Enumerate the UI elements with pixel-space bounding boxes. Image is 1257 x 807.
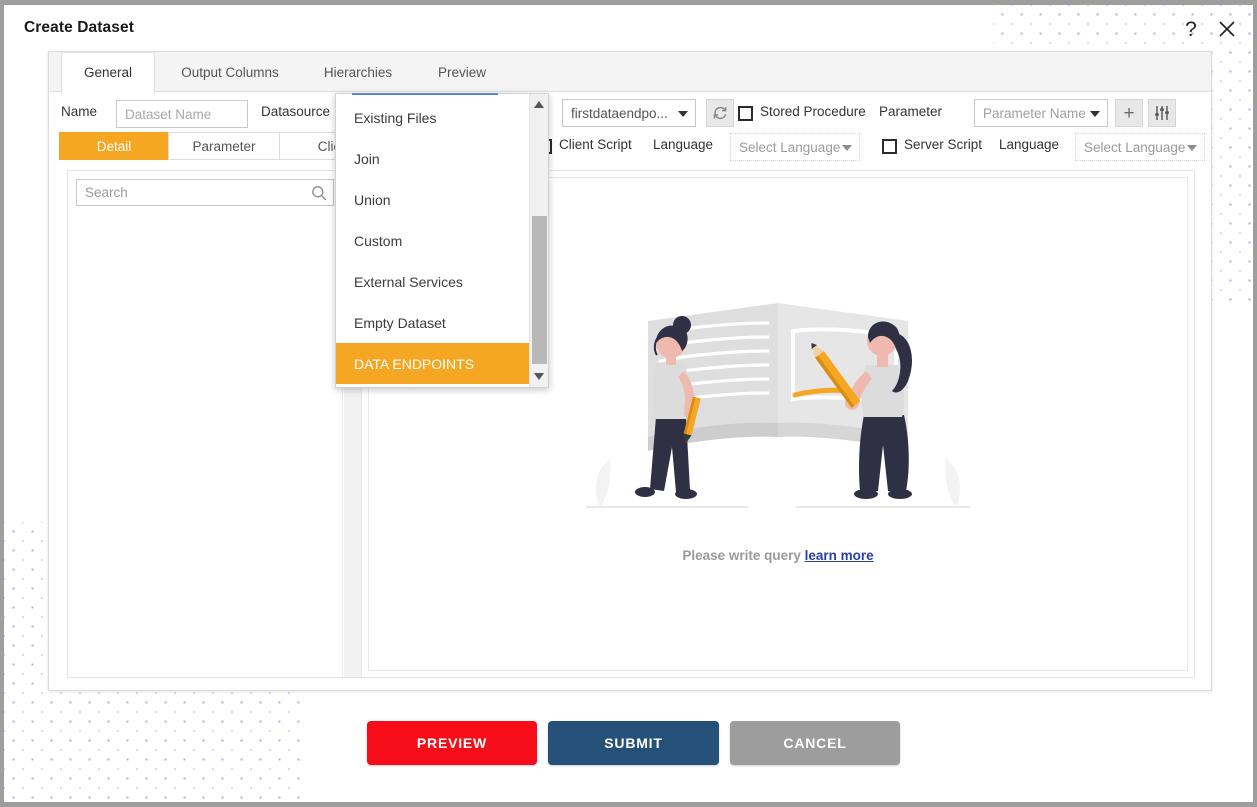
learn-more-link[interactable]: learn more bbox=[805, 548, 874, 563]
tab-general-label: General bbox=[83, 65, 133, 80]
chevron-down-icon bbox=[1090, 111, 1100, 117]
chevron-down-icon bbox=[1187, 145, 1197, 151]
dropdown-item-label: External Services bbox=[354, 273, 463, 290]
datasource-dropdown-menu: Existing Files Join Union Custom Externa… bbox=[335, 93, 549, 388]
form-row-primary: Name Dataset Name Datasource firstdataen… bbox=[49, 93, 1211, 133]
dropdown-item-label: DATA ENDPOINTS bbox=[354, 355, 475, 372]
name-label: Name bbox=[61, 104, 98, 119]
parameter-label: Parameter bbox=[879, 104, 943, 119]
plus-icon[interactable]: + bbox=[1115, 99, 1143, 127]
footer-action-bar: PREVIEW SUBMIT CANCEL bbox=[4, 721, 1253, 779]
search-input[interactable]: Search bbox=[76, 179, 334, 206]
search-placeholder: Search bbox=[85, 185, 128, 200]
dropdown-item-union[interactable]: Union bbox=[336, 179, 530, 220]
stored-procedure-checkbox[interactable] bbox=[738, 106, 753, 121]
title-bar: Create Dataset ? bbox=[4, 5, 1253, 53]
dropdown-item-label: Custom bbox=[354, 232, 403, 249]
dropdown-item-custom[interactable]: Custom bbox=[336, 220, 530, 261]
server-language-select[interactable]: Select Language bbox=[1075, 133, 1205, 161]
dropdown-item-label: Join bbox=[354, 150, 380, 167]
dropdown-item-existing-files[interactable]: Existing Files bbox=[336, 97, 530, 138]
close-icon[interactable] bbox=[1213, 15, 1241, 43]
question-mark-icon[interactable]: ? bbox=[1177, 15, 1205, 43]
empty-state-caption: Please write query learn more bbox=[568, 548, 988, 563]
caret-down-icon[interactable] bbox=[534, 373, 544, 380]
tab-hierarchies-label: Hierarchies bbox=[323, 64, 393, 80]
dropdown-item-label: Existing Files bbox=[354, 109, 437, 126]
dropdown-item-list: Existing Files Join Union Custom Externa… bbox=[336, 97, 530, 386]
create-dataset-window: Create Dataset ? General Output Columns … bbox=[0, 0, 1257, 807]
refresh-icon[interactable] bbox=[706, 99, 734, 127]
client-script-label: Client Script bbox=[559, 137, 632, 152]
dropdown-item-data-endpoints[interactable]: DATA ENDPOINTS bbox=[336, 343, 530, 384]
caret-up-icon[interactable] bbox=[534, 101, 544, 108]
server-script-checkbox[interactable] bbox=[882, 139, 897, 154]
dataset-name-placeholder: Dataset Name bbox=[125, 106, 212, 122]
chevron-down-icon bbox=[842, 145, 852, 151]
submit-button[interactable]: SUBMIT bbox=[548, 721, 719, 765]
fields-pane: Search bbox=[68, 171, 343, 677]
inner-tab-parameter[interactable]: Parameter bbox=[168, 132, 280, 160]
stored-procedure-label: Stored Procedure bbox=[760, 104, 866, 119]
empty-state: Please write query learn more bbox=[568, 285, 988, 563]
chevron-down-icon bbox=[678, 111, 688, 117]
dropdown-anchor-underline bbox=[352, 93, 498, 95]
parameter-name-placeholder: Parameter Name bbox=[983, 105, 1086, 121]
dropdown-item-join[interactable]: Join bbox=[336, 138, 530, 179]
inner-tab-detail-label: Detail bbox=[96, 138, 132, 154]
two-people-writing-in-book-illustration bbox=[586, 303, 970, 508]
dropdown-item-empty-dataset[interactable]: Empty Dataset bbox=[336, 302, 530, 343]
datasource-label: Datasource bbox=[261, 104, 331, 119]
tab-preview-label: Preview bbox=[437, 64, 486, 80]
top-tab-strip: General Output Columns Hierarchies Previ… bbox=[49, 52, 1211, 93]
dataset-name-input[interactable]: Dataset Name bbox=[116, 100, 248, 128]
search-icon bbox=[311, 185, 327, 201]
client-language-select[interactable]: Select Language bbox=[730, 133, 860, 161]
server-script-label: Server Script bbox=[904, 137, 983, 152]
page-title: Create Dataset bbox=[24, 19, 134, 36]
server-language-value: Select Language bbox=[1084, 139, 1186, 155]
data-endpoint-value: firstdataendpo... bbox=[571, 105, 668, 121]
dropdown-item-label: Empty Dataset bbox=[354, 314, 446, 331]
dataset-form-card: General Output Columns Hierarchies Previ… bbox=[48, 51, 1212, 691]
tab-preview[interactable]: Preview bbox=[417, 52, 507, 92]
empty-state-caption-text: Please write query bbox=[682, 548, 801, 563]
tab-hierarchies[interactable]: Hierarchies bbox=[303, 52, 413, 92]
cancel-button[interactable]: CANCEL bbox=[730, 721, 900, 765]
dropdown-item-external-services[interactable]: External Services bbox=[336, 261, 530, 302]
scrollbar-thumb[interactable] bbox=[532, 216, 547, 364]
preview-button[interactable]: PREVIEW bbox=[367, 721, 537, 765]
form-row-secondary: Detail Parameter Client Client Script La… bbox=[49, 132, 1211, 170]
sliders-icon[interactable] bbox=[1148, 99, 1176, 127]
inner-tab-parameter-label: Parameter bbox=[192, 138, 256, 154]
client-language-label: Language bbox=[653, 137, 714, 152]
parameter-name-select[interactable]: Parameter Name bbox=[974, 99, 1108, 127]
dropdown-scrollbar[interactable] bbox=[529, 94, 548, 387]
tab-general[interactable]: General bbox=[61, 52, 155, 93]
inner-tab-detail[interactable]: Detail bbox=[59, 132, 169, 160]
dataset-body: Search Please write query learn more bbox=[67, 170, 1195, 678]
dropdown-item-label: Union bbox=[354, 191, 391, 208]
server-language-label: Language bbox=[999, 137, 1060, 152]
tab-output-columns-label: Output Columns bbox=[181, 64, 279, 80]
data-endpoint-select[interactable]: firstdataendpo... bbox=[562, 99, 696, 127]
client-language-value: Select Language bbox=[739, 139, 841, 155]
tab-output-columns[interactable]: Output Columns bbox=[161, 52, 299, 92]
